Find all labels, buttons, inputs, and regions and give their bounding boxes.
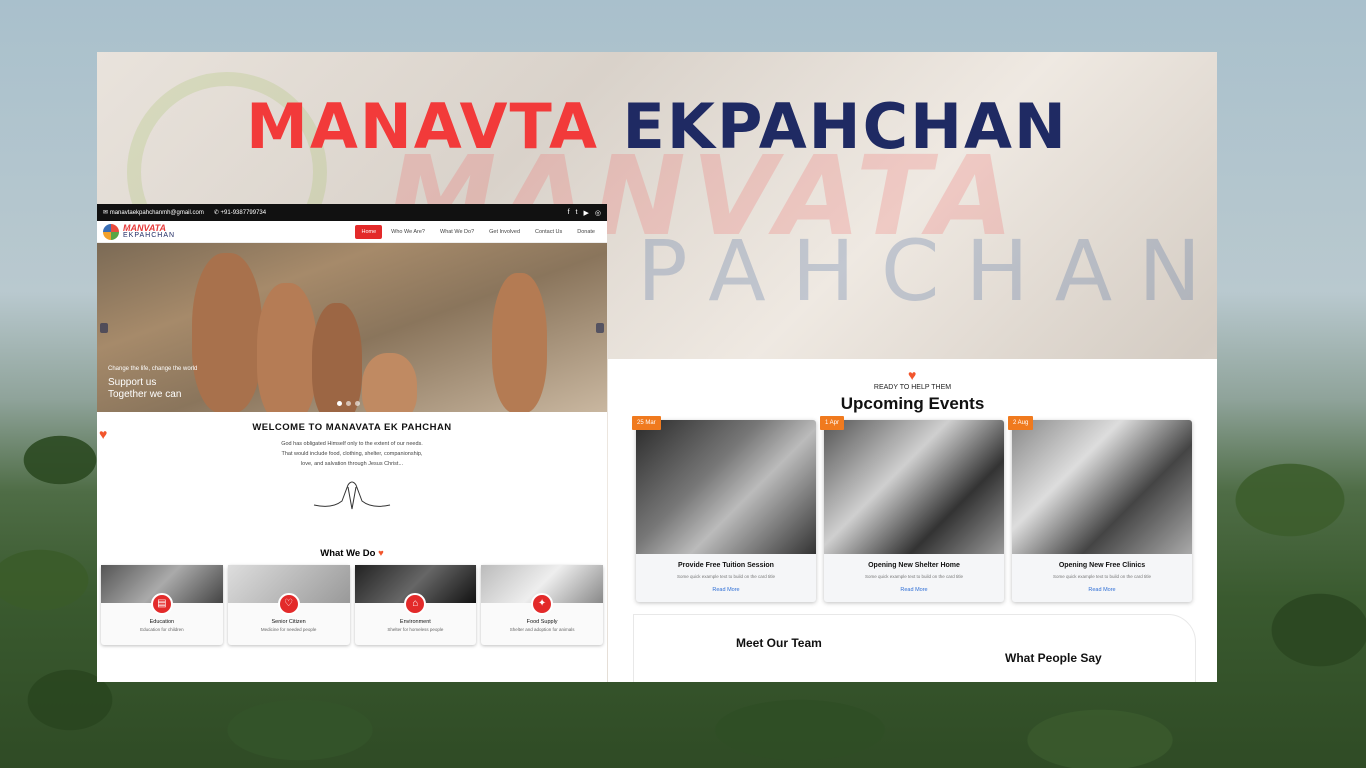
event-card[interactable]: 25 Mar Provide Free Tuition Session Some… (632, 416, 816, 602)
service-card[interactable]: ⌂ Environment Shelter for homeless peopl… (354, 565, 477, 645)
banner-title-red: MANAVTA (246, 90, 599, 163)
carousel-prev-button[interactable] (100, 323, 108, 333)
read-more-link[interactable]: Read More (1012, 587, 1192, 593)
event-title: Provide Free Tuition Session (678, 562, 774, 569)
facebook-icon[interactable]: f (568, 209, 570, 217)
praying-hands-icon (313, 481, 391, 510)
hero-caption: Support us Together we can (108, 377, 182, 400)
carousel-dot[interactable] (346, 401, 351, 406)
book-icon: ▤ (150, 593, 173, 615)
service-title: Education (149, 619, 175, 625)
welcome-text: God has obligated Himself only to the ex… (281, 441, 423, 467)
service-card[interactable]: ▤ Education Education for children (101, 565, 223, 645)
instagram-icon[interactable]: ◎ (595, 209, 601, 217)
welcome-title: WELCOME TO MANAVATA EK PAHCHAN (252, 422, 452, 433)
carousel-dot[interactable] (337, 401, 342, 406)
event-date-badge: 1 Apr (820, 416, 845, 430)
read-more-link[interactable]: Read More (824, 587, 1004, 593)
service-subtitle: Medicine for needed people (260, 627, 317, 632)
service-title: Senior Citizen (271, 619, 306, 625)
event-text: Some quick example text to build on the … (864, 574, 964, 579)
events-screenshot: ♥ READY TO HELP THEM Upcoming Events 25 … (608, 359, 1217, 682)
upcoming-events-heading: Upcoming Events (840, 394, 985, 413)
team-section (633, 614, 1196, 682)
service-title: Food Supply (526, 619, 558, 625)
event-card[interactable]: 1 Apr Opening New Shelter Home Some quic… (820, 416, 1004, 602)
event-title: Opening New Shelter Home (868, 562, 960, 569)
service-card[interactable]: ✦ Food Supply Shelter and adoption for a… (481, 565, 603, 645)
twitter-icon[interactable]: t (576, 209, 578, 217)
services-row: ▤ Education Education for children ♡ Sen… (97, 559, 607, 645)
ready-label: READY TO HELP THEM (873, 384, 952, 391)
event-photo (824, 420, 1004, 554)
email-text[interactable]: ✉ manavtaekpahchanmh@gmail.com (103, 209, 204, 216)
main-navbar: MANVATA EKPAHCHAN Home Who We Are? What … (97, 221, 607, 243)
service-subtitle: Education for children (140, 627, 184, 632)
service-subtitle: Shelter for homeless people (387, 627, 444, 632)
event-title: Opening New Free Clinics (1058, 562, 1146, 569)
read-more-link[interactable]: Read More (636, 587, 816, 593)
hero-child (192, 253, 262, 412)
nav-home[interactable]: Home (355, 224, 383, 239)
home-heart-icon: ⌂ (404, 593, 427, 615)
logo-icon[interactable] (103, 223, 119, 240)
what-we-do-heading: What We Do ♥ (320, 548, 384, 559)
nav-get-involved[interactable]: Get Involved (483, 225, 526, 239)
service-subtitle: Shelter and adoption for animals (509, 627, 575, 632)
heart-icon: ♥ (99, 426, 108, 442)
banner-title: MANAVTA EKPAHCHAN (97, 90, 1217, 163)
service-title: Environment (399, 619, 431, 625)
nav-contact-us[interactable]: Contact Us (529, 225, 568, 239)
carousel-indicators (337, 401, 360, 406)
carousel-next-button[interactable] (596, 323, 604, 333)
site-logo[interactable]: MANVATA EKPAHCHAN (123, 223, 175, 240)
heart-icon: ♥ (378, 548, 384, 559)
homepage-screenshot: ✉ manavtaekpahchanmh@gmail.com ✆ +91-938… (97, 204, 607, 682)
dog-icon: ✦ (531, 593, 554, 615)
event-text: Some quick example text to build on the … (676, 574, 776, 579)
stethoscope-icon: ♡ (277, 593, 300, 615)
event-text: Some quick example text to build on the … (1052, 574, 1152, 579)
event-photo (636, 420, 816, 554)
youtube-icon[interactable]: ▶ (584, 209, 589, 217)
hero-child (492, 273, 547, 412)
event-photo (1012, 420, 1192, 554)
meet-team-heading: Meet Our Team (736, 636, 822, 650)
contact-topbar: ✉ manavtaekpahchanmh@gmail.com ✆ +91-938… (97, 204, 607, 221)
banner-title-navy: EKPAHCHAN (622, 90, 1068, 163)
hero-child (257, 283, 317, 412)
nav-what-we-do[interactable]: What We Do? (434, 225, 480, 239)
heart-icon: ♥ (908, 367, 917, 383)
hero-carousel[interactable]: Change the life, change the world Suppor… (97, 243, 607, 412)
service-card[interactable]: ♡ Senior Citizen Medicine for needed peo… (227, 565, 350, 645)
hero-child (312, 303, 362, 412)
nav-who-we-are[interactable]: Who We Are? (385, 225, 431, 239)
phone-text[interactable]: ✆ +91-9387799734 (214, 209, 266, 216)
event-date-badge: 2 Aug (1008, 416, 1034, 430)
testimonials-heading: What People Say (1005, 651, 1102, 665)
hero-caption-small: Change the life, change the world (108, 366, 198, 372)
hero-child (362, 353, 417, 412)
event-card[interactable]: 2 Aug Opening New Free Clinics Some quic… (1008, 416, 1192, 602)
promo-frame: MANVATA PAHCHAN MANAVTA EKPAHCHAN ✉ mana… (97, 52, 1217, 682)
ghost-text-blue: PAHCHAN (637, 222, 1217, 320)
nav-donate[interactable]: Donate (571, 225, 601, 239)
carousel-dot[interactable] (355, 401, 360, 406)
welcome-section: WELCOME TO MANAVATA EK PAHCHAN God has o… (97, 412, 607, 520)
event-date-badge: 25 Mar (632, 416, 661, 430)
nav-menu: Home Who We Are? What We Do? Get Involve… (355, 224, 601, 239)
